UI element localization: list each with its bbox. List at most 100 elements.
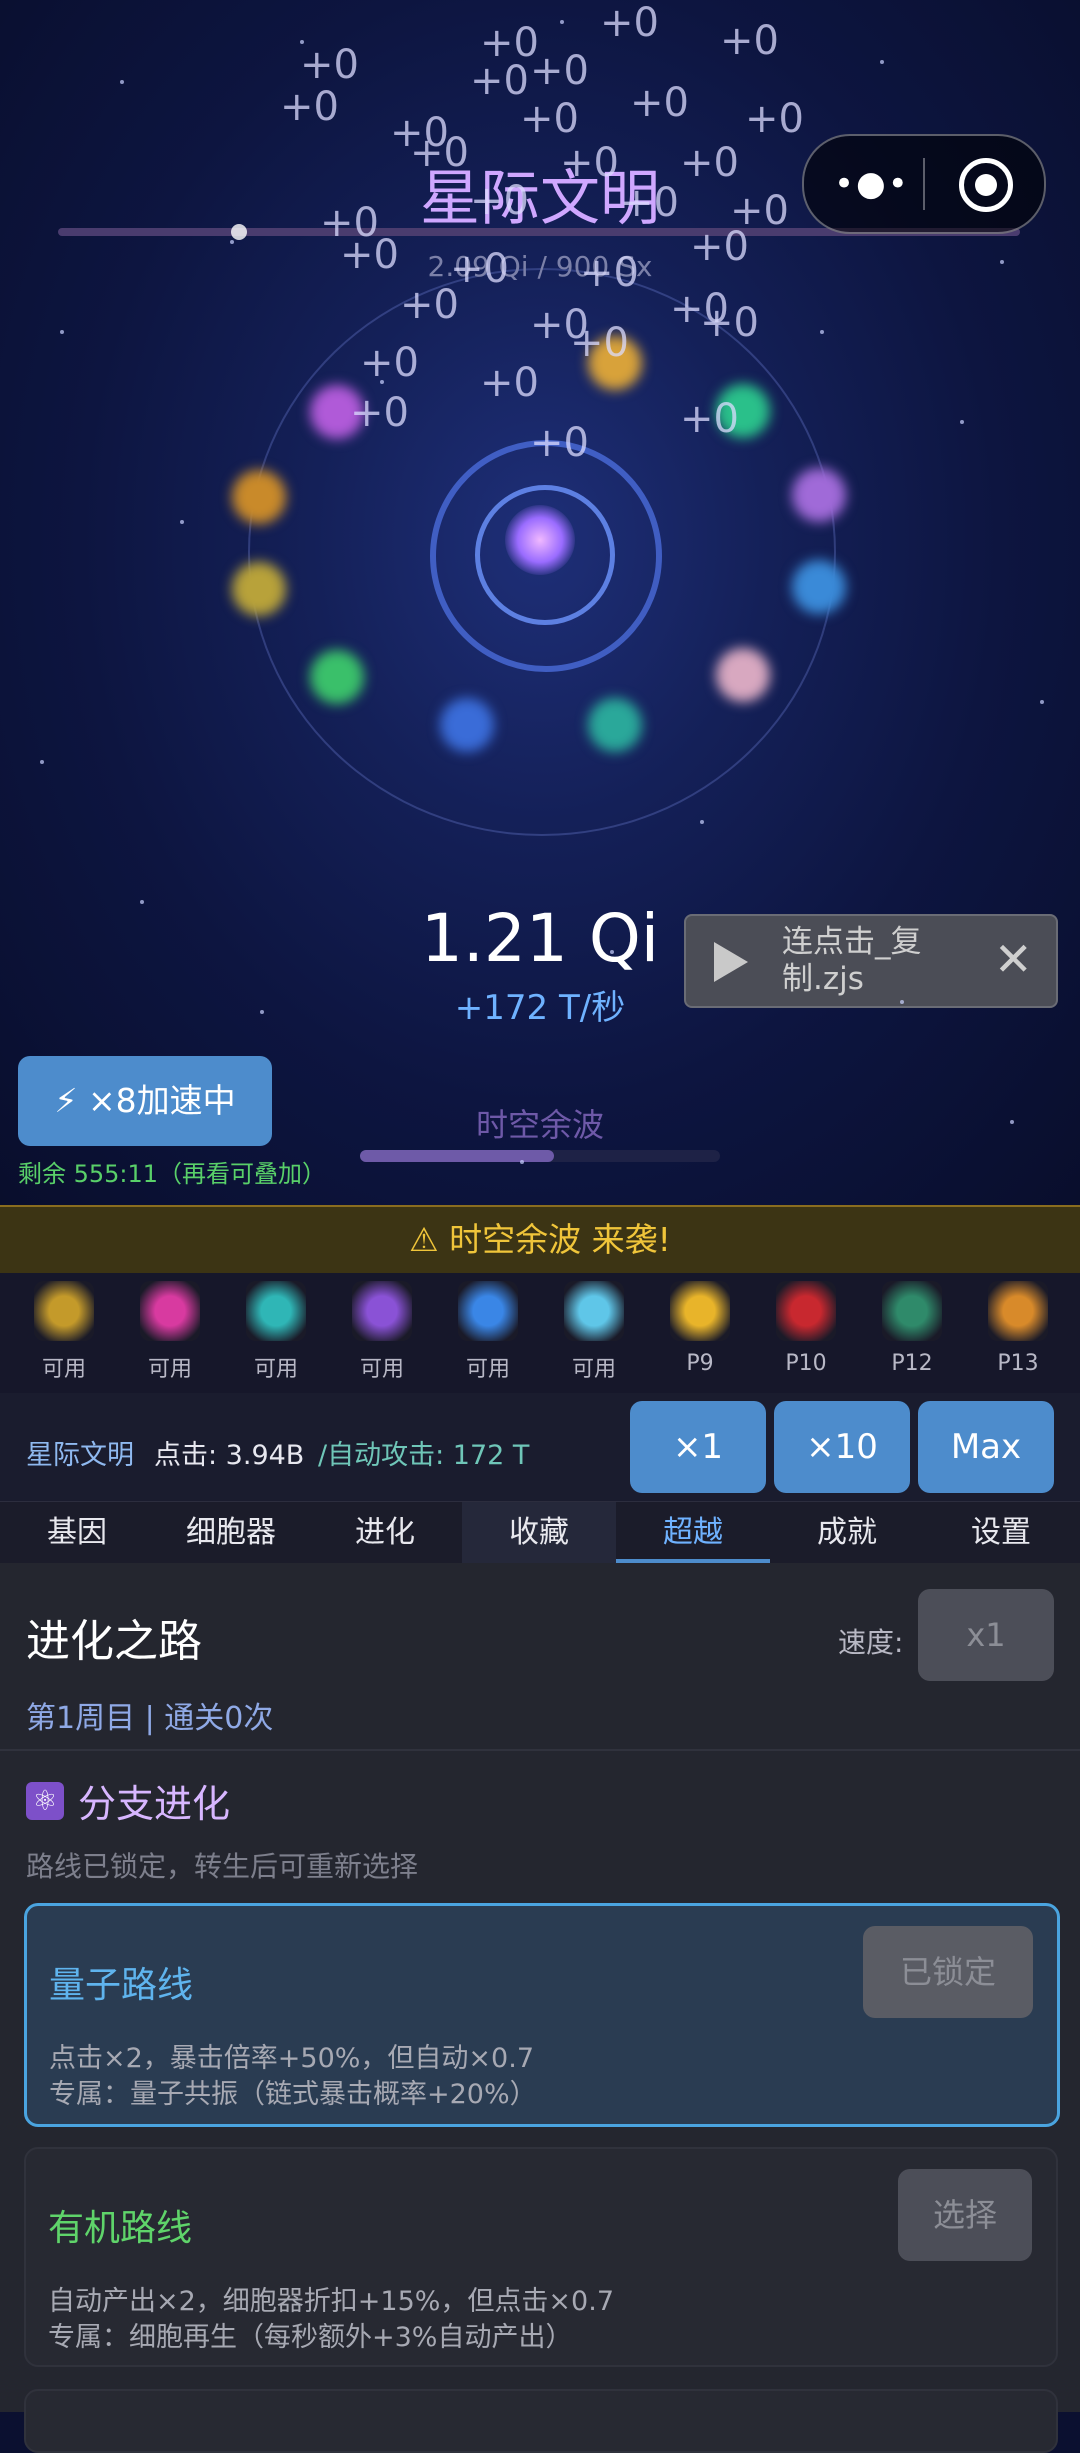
wave-label: 时空余波 (475, 1106, 604, 1144)
pink-nebula-icon (140, 1281, 200, 1341)
blue-clock-icon (458, 1281, 518, 1341)
cyan-cross-icon (564, 1281, 624, 1341)
close-icon[interactable]: ✕ (994, 932, 1033, 986)
collectible-item[interactable]: 可用 (542, 1281, 646, 1383)
route-locked-button[interactable]: 已锁定 (863, 1926, 1033, 2018)
floating-gain-text: +0 (680, 396, 739, 442)
locked-green-icon (882, 1281, 942, 1341)
collectible-status: P13 (997, 1351, 1039, 1376)
route-exclusive: 专属：细胞再生（每秒额外+3%自动产出） (48, 2322, 573, 2353)
route-exclusive: 专属：量子共振（链式暴击概率+20%） (49, 2079, 537, 2110)
orbit-orb (310, 650, 364, 704)
star (180, 520, 184, 524)
star (820, 330, 824, 334)
floating-gain-text: +0 (520, 96, 579, 142)
star (230, 240, 234, 244)
script-name: 连点击_复制.zjs (782, 924, 922, 997)
miniprogram-capsule: •●• (802, 134, 1046, 234)
collectible-item[interactable]: 可用 (436, 1281, 540, 1383)
branch-title: 分支进化 (78, 1782, 231, 1826)
orbit-orb (792, 560, 846, 614)
resource-counter: 1.21 Qi (420, 900, 660, 977)
star (60, 330, 64, 334)
star (900, 1000, 904, 1004)
floating-gain-text: +0 (745, 96, 804, 142)
tab-bar: 基因 细胞器 进化 收藏 超越 成就 设置 (0, 1501, 1080, 1564)
collectible-item[interactable]: P13 (966, 1281, 1070, 1376)
route-card-organic[interactable]: 有机路线 选择 自动产出×2，细胞器折扣+15%，但点击×0.7 专属：细胞再生… (24, 2147, 1058, 2367)
orbit-orb (232, 470, 286, 524)
collectible-status: P10 (785, 1351, 827, 1376)
collectible-item[interactable]: 可用 (118, 1281, 222, 1383)
section-divider (0, 1749, 1080, 1751)
star (700, 820, 704, 824)
collectible-item[interactable]: 可用 (224, 1281, 328, 1383)
orbit-orb (792, 468, 846, 522)
locked-sun-icon (670, 1281, 730, 1341)
orbit-orb (440, 698, 494, 752)
multiplier-max-button[interactable]: Max (918, 1401, 1054, 1493)
floating-gain-text: +0 (680, 140, 739, 186)
floating-gain-text: +0 (470, 178, 529, 224)
tab-settings[interactable]: 设置 (924, 1502, 1078, 1564)
route-description: 点击×2，暴击倍率+50%，但自动×0.7 (49, 2043, 534, 2074)
star (1000, 260, 1004, 264)
collectible-status: 可用 (41, 1357, 86, 1382)
floating-gain-text: +0 (620, 180, 679, 226)
tab-genes[interactable]: 基因 (0, 1502, 154, 1564)
collectible-status: 可用 (359, 1357, 404, 1382)
collectible-item[interactable]: P12 (860, 1281, 964, 1376)
close-miniprogram-icon[interactable] (959, 158, 1013, 212)
collectible-item[interactable]: P10 (754, 1281, 858, 1376)
orbit-orb (232, 562, 286, 616)
tab-evolution[interactable]: 进化 (308, 1502, 462, 1564)
route-select-button[interactable]: 选择 (898, 2169, 1032, 2261)
star (610, 950, 614, 954)
transcend-panel: 进化之路 速度: x1 第1周目 | 通关0次 ⚛ 分支进化 路线已锁定，转生后可… (0, 1563, 1080, 2453)
boost-remaining-text: 剩余 555:11（再看可叠加） (18, 1160, 327, 1188)
cycle-info: 第1周目 | 通关0次 (26, 1701, 274, 1736)
tab-collection[interactable]: 收藏 (462, 1502, 616, 1564)
more-options-icon[interactable]: •●• (834, 164, 910, 204)
multiplier-x10-button[interactable]: ×10 (774, 1401, 910, 1493)
capsule-divider (923, 158, 925, 210)
wave-alert-banner: ⚠ 时空余波 来袭! (0, 1205, 1080, 1275)
branch-note: 路线已锁定，转生后可重新选择 (26, 1850, 419, 1883)
locked-orange-icon (988, 1281, 1048, 1341)
floating-gain-text: +0 (480, 360, 539, 406)
civilization-name: 星际文明 (26, 1440, 134, 1471)
floating-gain-text: +0 (580, 250, 639, 296)
game-scene[interactable]: 星际文明 2.09 Qi / 900 Sx •●• 1.21 Qi +172 T… (0, 0, 1080, 1205)
atom-icon: ⚛ (26, 1781, 64, 1820)
collectible-item[interactable]: P9 (648, 1281, 752, 1376)
speed-label: 速度: (838, 1626, 904, 1659)
panel-title: 进化之路 (26, 1616, 202, 1667)
speed-boost-button[interactable]: ⚡ ×8加速中 (18, 1056, 272, 1146)
floating-gain-text: +0 (530, 48, 589, 94)
route-card-quantum[interactable]: 量子路线 已锁定 点击×2，暴击倍率+50%，但自动×0.7 专属：量子共振（链… (24, 1903, 1060, 2127)
multiplier-x1-button[interactable]: ×1 (630, 1401, 766, 1493)
route-name: 有机路线 (48, 2208, 193, 2249)
floating-gain-text: +0 (570, 320, 629, 366)
play-icon[interactable] (714, 942, 748, 982)
floating-gain-text: +0 (280, 84, 339, 130)
floating-gain-text: +0 (720, 18, 779, 64)
star (520, 1160, 524, 1164)
collectible-status: 可用 (571, 1357, 616, 1382)
speed-button[interactable]: x1 (918, 1589, 1054, 1681)
tab-transcend[interactable]: 超越 (616, 1502, 770, 1564)
production-rate: +172 T/秒 (454, 988, 626, 1028)
star (1010, 1120, 1014, 1124)
purple-wheel-icon (352, 1281, 412, 1341)
floating-gain-text: +0 (560, 140, 619, 186)
floating-gain-text: +0 (350, 390, 409, 436)
collectible-status: 可用 (147, 1357, 192, 1382)
route-name: 量子路线 (49, 1965, 194, 2006)
route-card-next[interactable] (24, 2389, 1058, 2453)
tab-organelles[interactable]: 细胞器 (154, 1502, 308, 1564)
galaxy-core[interactable] (505, 505, 575, 575)
collectible-item[interactable]: 可用 (330, 1281, 434, 1383)
collectible-item[interactable]: 可用 (12, 1281, 116, 1383)
route-description: 自动产出×2，细胞器折扣+15%，但点击×0.7 (48, 2286, 614, 2317)
tab-achievements[interactable]: 成就 (770, 1502, 924, 1564)
